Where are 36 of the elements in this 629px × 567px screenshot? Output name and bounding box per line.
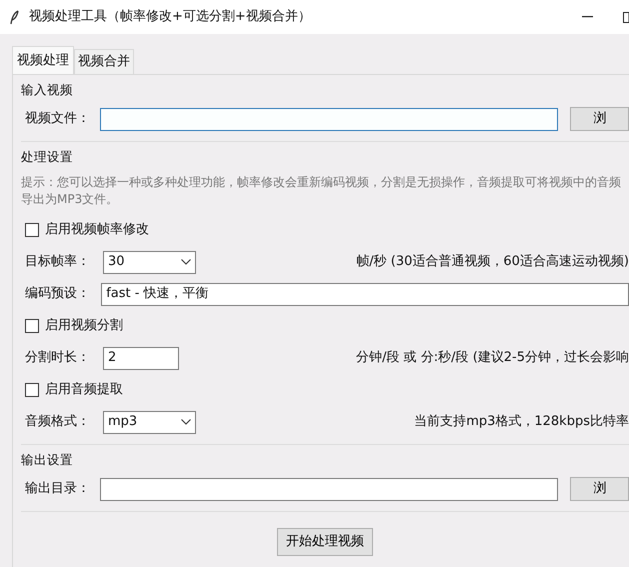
hint-text: 帧/秒 (30适合普通视频，60适合高速运动视频) <box>356 252 629 272</box>
checkbox-label: 启用视频帧率修改 <box>45 221 149 240</box>
feather-icon <box>10 10 19 24</box>
input-field[interactable] <box>100 478 558 500</box>
field-label: 音频格式： <box>25 413 91 432</box>
input-field[interactable]: fast - 快速，平衡 <box>101 282 629 306</box>
checkbox[interactable] <box>25 223 39 237</box>
checkbox-label: 启用视频分割 <box>45 317 123 336</box>
maximize-icon[interactable] <box>623 12 629 22</box>
checkbox-label: 启用音频提取 <box>45 381 123 400</box>
dropdown[interactable]: 30 <box>103 250 196 274</box>
tab[interactable]: 视频处理 <box>12 46 74 74</box>
browse-button[interactable]: 浏 <box>570 477 629 501</box>
hint-text: 当前支持mp3格式，128kbps比特率 <box>414 413 629 432</box>
start-button[interactable]: 开始处理视频 <box>277 528 373 556</box>
window-title: 视频处理工具（帧率修改+可选分割+视频合并） <box>29 8 311 26</box>
hint-text: 提示：您可以选择一种或多种处理功能，帧率修改会重新编码视频，分割是无损操作，音频提取可将视频中的音频导出为MP3文件。 <box>21 174 621 208</box>
hint-text: 分钟/段 或 分:秒/段 (建议2-5分钟，过长会影响 <box>356 349 629 368</box>
field-label: 视频文件： <box>25 110 91 128</box>
field-label: 编码预设： <box>25 285 91 304</box>
section-title: 输出设置 <box>21 451 74 469</box>
tab[interactable]: 视频合并 <box>74 49 134 74</box>
input-field[interactable]: 2 <box>103 346 179 370</box>
field-label: 输出目录： <box>25 480 91 498</box>
browse-button[interactable]: 浏 <box>570 107 629 131</box>
dropdown[interactable]: mp3 <box>103 410 196 434</box>
field-label: 分割时长： <box>25 349 91 368</box>
caret-icon <box>181 419 191 425</box>
minimize-icon[interactable] <box>582 16 593 18</box>
checkbox[interactable] <box>25 319 39 333</box>
checkbox[interactable] <box>25 383 39 397</box>
caret-icon <box>181 259 191 265</box>
section-title: 输入视频 <box>21 81 74 99</box>
field-label: 目标帧率： <box>25 253 91 272</box>
section-title: 处理设置 <box>21 148 74 166</box>
input-field[interactable] <box>100 108 558 130</box>
